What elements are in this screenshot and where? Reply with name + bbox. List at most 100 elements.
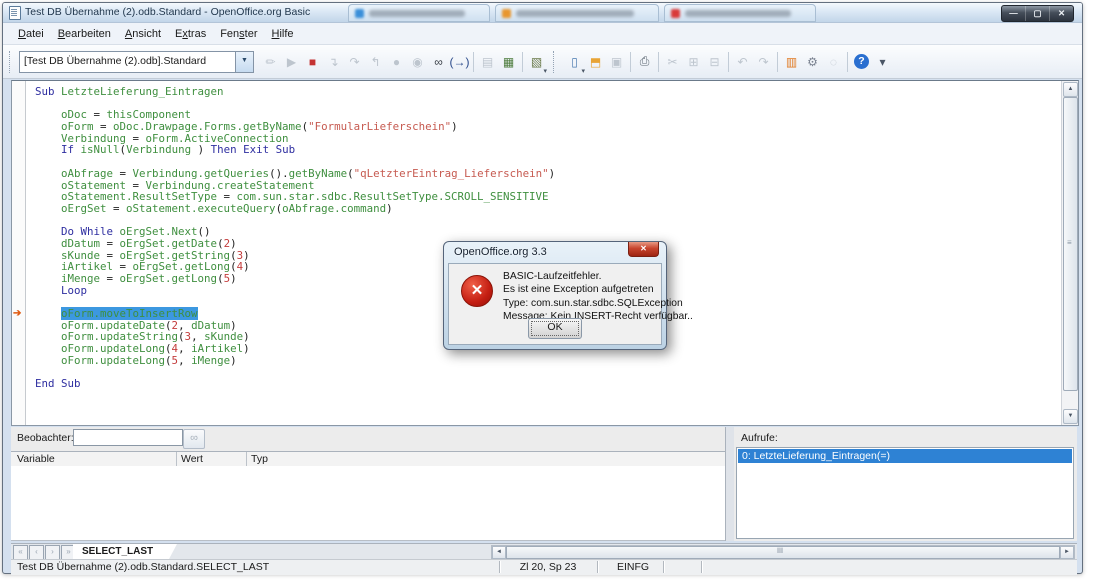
macro-dialog-icon[interactable]: ▥ [781,51,802,73]
code-token: Then Exit Sub [211,143,296,156]
call-stack-item[interactable]: 0: LetzteLieferung_Eintragen(=) [738,449,1072,463]
vertical-scroll-thumb[interactable] [1063,97,1078,391]
step-into-icon[interactable]: ↴ [323,51,344,73]
toolbar-grip[interactable] [553,51,564,73]
options-icon[interactable]: ⚙ [802,51,823,73]
obscured-background-tab[interactable] [664,4,816,22]
editor-horizontal-scrollbar[interactable]: ◄ ► [491,545,1075,560]
watch-label: Beobachter: [17,432,74,444]
redo-icon[interactable]: ↷ [753,51,774,73]
menu-extras[interactable]: Extras [168,25,213,43]
code-token: "FormularLieferschein" [308,120,451,133]
toolbar-separator [777,52,778,72]
next-tab-icon[interactable]: › [45,545,60,560]
code-line-11[interactable]: oErgSet = oStatement.executeQuery(oAbfra… [35,203,1061,215]
watch-table-body[interactable] [11,466,725,541]
column-divider[interactable] [176,452,177,467]
module-tab-select-last[interactable]: SELECT_LAST [73,544,177,559]
copy-icon[interactable]: ⊞ [683,51,704,73]
obscured-tab-text [369,10,465,17]
tab-favicon [502,9,511,18]
chevron-down-icon[interactable]: ▼ [235,52,253,72]
first-tab-icon[interactable]: « [13,545,28,560]
column-header-typ[interactable]: Typ [251,453,268,465]
menu-bearbeiten[interactable]: Bearbeiten [51,25,118,43]
breakpoint-icon[interactable]: ● [386,51,407,73]
menu-ansicht[interactable]: Ansicht [118,25,168,43]
stop-icon[interactable]: ■ [302,51,323,73]
error-message-line: Type: com.sun.star.sdbc.SQLException [503,297,693,310]
step-over-icon[interactable]: ↷ [344,51,365,73]
new-document-icon[interactable]: ▯▾ [564,51,585,73]
code-token: ) [230,272,237,285]
scroll-down-icon[interactable]: ▼ [1063,409,1078,424]
dialog-body: ✕ BASIC-Laufzeitfehler.Es ist eine Excep… [448,263,662,345]
step-out-icon[interactable]: ↰ [365,51,386,73]
minimize-button[interactable]: — [1002,6,1026,21]
code-line-26[interactable]: End Sub [35,378,1061,390]
code-token: Loop [61,284,87,297]
column-header-wert[interactable]: Wert [181,453,203,465]
run-icon[interactable]: ▶ [281,51,302,73]
toolbar: [Test DB Übernahme (2).odb].Standard ▼ ✏… [3,45,1082,79]
obscured-background-tab[interactable] [495,4,659,22]
status-bar: Test DB Übernahme (2).odb.Standard.SELEC… [11,559,1077,575]
code-line-1[interactable]: Sub LetzteLieferung_Eintragen [35,86,1061,98]
horizontal-scroll-thumb[interactable] [506,546,1060,559]
code-line-24[interactable]: oForm.updateLong(5, iMenge) [35,355,1061,367]
library-select[interactable]: [Test DB Übernahme (2).odb].Standard ▼ [19,51,254,73]
scroll-up-icon[interactable]: ▲ [1063,82,1078,97]
previous-tab-icon[interactable]: ‹ [29,545,44,560]
save-icon[interactable]: ▣ [606,51,627,73]
code-token: "qLetzterEintrag_Lieferschein" [354,167,549,180]
watch-icon[interactable]: ∞ [428,51,449,73]
watch-input[interactable] [73,429,183,446]
cut-icon[interactable]: ✂ [662,51,683,73]
ok-button[interactable]: OK [528,318,582,339]
maximize-button[interactable]: ▢ [1026,6,1050,21]
menu-fenster[interactable]: Fenster [213,25,264,43]
enable-watch-icon[interactable]: ∞ [183,429,205,449]
call-stack-list[interactable]: 0: LetzteLieferung_Eintragen(=) [736,447,1074,539]
error-message-line: BASIC-Laufzeitfehler. [503,270,693,283]
modules-icon[interactable]: ▦ [498,51,519,73]
undo-icon[interactable]: ↶ [732,51,753,73]
toolbar-separator [847,52,848,72]
code-token: oStatement.executeQuery [126,202,276,215]
menu-datei[interactable]: Datei [11,25,51,43]
object-catalog-icon[interactable]: ▧▾ [526,51,547,73]
scroll-left-icon[interactable]: ◄ [492,546,506,559]
compile-icon[interactable]: ✏ [260,51,281,73]
scroll-right-icon[interactable]: ► [1060,546,1074,559]
close-button[interactable]: ✕ [1050,6,1073,21]
help-icon[interactable]: ? [851,51,872,73]
dialog-close-button[interactable]: ✕ [628,242,659,257]
code-line-25[interactable] [35,367,1061,379]
status-insert-mode[interactable]: EINFG [603,561,664,573]
background-window-tabs [348,4,978,21]
breakpoint-margin[interactable]: ➔ [12,81,26,425]
goto-line-icon[interactable]: (→) [449,51,470,73]
code-token: ) [386,202,393,215]
paste-icon[interactable]: ⊟ [704,51,725,73]
error-icon: ✕ [461,275,493,307]
code-token: iMenge [191,354,230,367]
title-bar[interactable]: Test DB Übernahme (2).odb.Standard - Ope… [3,3,1082,23]
column-header-variable[interactable]: Variable [17,453,55,465]
editor-vertical-scrollbar[interactable]: ▲ ▼ [1061,81,1078,425]
obscured-background-tab[interactable] [348,4,490,22]
navigator-icon[interactable]: ◌ [823,51,844,73]
code-token: ) [230,354,237,367]
insert-source-icon[interactable]: ▤ [477,51,498,73]
print-icon[interactable]: ⎙ [634,51,655,73]
code-token: oErgSet [61,202,107,215]
code-line-6[interactable]: If isNull(Verbindung ) Then Exit Sub [35,144,1061,156]
menu-hilfe[interactable]: Hilfe [265,25,301,43]
tab-favicon [355,9,364,18]
column-divider[interactable] [246,452,247,467]
manage-breakpoints-icon[interactable]: ◉ [407,51,428,73]
toolbar-grip[interactable] [9,51,14,73]
open-icon[interactable]: ⬒ [585,51,606,73]
toolbar-overflow-icon[interactable]: ▾ [872,51,893,73]
code-token: End Sub [35,377,81,390]
